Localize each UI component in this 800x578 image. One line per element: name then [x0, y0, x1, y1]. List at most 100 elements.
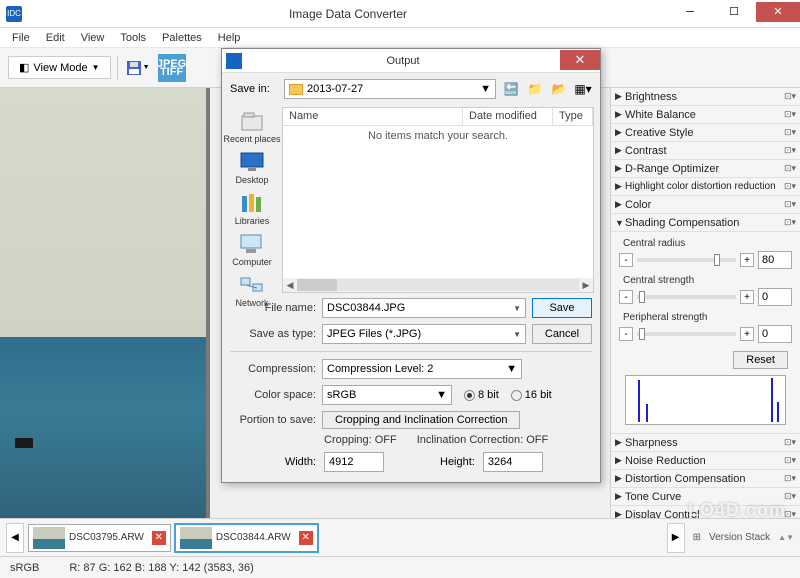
- central-radius-plus[interactable]: +: [740, 253, 754, 267]
- col-type[interactable]: Type: [553, 108, 593, 125]
- panel-distortion[interactable]: ▶Distortion Compensation⊡▾: [611, 470, 800, 488]
- output-dialog: Output ✕ Save in: 2013-07-27 ▼ 🔙 📁 📂 ▦▾ …: [221, 48, 601, 483]
- save-button[interactable]: Save: [532, 298, 592, 318]
- colorspace-label: Color space:: [230, 389, 316, 401]
- panel-white-balance[interactable]: ▶White Balance⊡▾: [611, 106, 800, 124]
- panel-creative-style[interactable]: ▶Creative Style⊡▾: [611, 124, 800, 142]
- view-mode-button[interactable]: ◧ View Mode ▼: [8, 56, 111, 79]
- dialog-titlebar: Output ✕: [222, 49, 600, 73]
- dialog-title: Output: [246, 55, 560, 67]
- network-icon: [238, 273, 266, 297]
- back-icon[interactable]: 🔙: [502, 80, 520, 98]
- panel-display-control[interactable]: ▶Display Control⊡▾: [611, 506, 800, 518]
- menu-edit[interactable]: Edit: [38, 30, 73, 46]
- file-list-scrollbar[interactable]: ◀ ▶: [283, 278, 593, 292]
- thumbnail-2[interactable]: DSC03844.ARW ✕: [175, 524, 318, 552]
- libraries-icon: [238, 191, 266, 215]
- reset-button[interactable]: Reset: [733, 351, 788, 369]
- recent-icon: [238, 109, 266, 133]
- central-strength-slider[interactable]: [637, 295, 736, 299]
- crop-correction-button[interactable]: Cropping and Inclination Correction: [322, 411, 520, 429]
- jpeg-tiff-button[interactable]: JPEGTIFF: [158, 54, 186, 82]
- radio-16bit[interactable]: 16 bit: [511, 389, 552, 401]
- peripheral-strength-plus[interactable]: +: [740, 327, 754, 341]
- thumb-prev-button[interactable]: ◀: [6, 523, 24, 553]
- central-radius-minus[interactable]: -: [619, 253, 633, 267]
- cancel-button[interactable]: Cancel: [532, 324, 592, 344]
- width-input[interactable]: 4912: [324, 452, 384, 472]
- view-mode-icon: ◧: [19, 61, 29, 74]
- place-computer[interactable]: Computer: [232, 232, 272, 267]
- colorspace-combo[interactable]: sRGB▼: [322, 385, 452, 405]
- central-strength-label: Central strength: [623, 275, 792, 286]
- filename-input[interactable]: DSC03844.JPG▼: [322, 298, 526, 318]
- peripheral-strength-minus[interactable]: -: [619, 327, 633, 341]
- central-radius-slider[interactable]: [637, 258, 736, 262]
- place-desktop[interactable]: Desktop: [235, 150, 268, 185]
- file-list[interactable]: Name Date modified Type No items match y…: [282, 107, 594, 293]
- place-recent[interactable]: Recent places: [223, 109, 280, 144]
- menu-palettes[interactable]: Palettes: [154, 30, 210, 46]
- panel-shading[interactable]: ▼Shading Compensation⊡▾: [611, 214, 800, 232]
- save-icon-button[interactable]: ▼: [124, 54, 152, 82]
- folder-icon: [289, 84, 303, 95]
- panel-brightness[interactable]: ▶Brightness⊡▾: [611, 88, 800, 106]
- dialog-close-button[interactable]: ✕: [560, 50, 600, 70]
- compression-label: Compression:: [230, 363, 316, 375]
- col-name[interactable]: Name: [283, 108, 463, 125]
- height-input[interactable]: 3264: [483, 452, 543, 472]
- save-in-combo[interactable]: 2013-07-27 ▼: [284, 79, 496, 99]
- menu-view[interactable]: View: [73, 30, 113, 46]
- chevron-down-icon: ▼: [480, 83, 491, 95]
- place-libraries[interactable]: Libraries: [235, 191, 270, 226]
- central-strength-input[interactable]: [758, 288, 792, 306]
- thumb-close-icon[interactable]: ✕: [152, 531, 166, 545]
- radio-8bit[interactable]: 8 bit: [464, 389, 499, 401]
- floppy-icon: [126, 60, 142, 76]
- thumb-next-button[interactable]: ▶: [667, 523, 685, 553]
- thumb-image: [33, 527, 65, 549]
- version-stack-label[interactable]: Version Stack: [709, 532, 770, 543]
- menu-file[interactable]: File: [4, 30, 38, 46]
- up-folder-icon[interactable]: 📁: [526, 80, 544, 98]
- thumb-close-icon[interactable]: ✕: [299, 531, 313, 545]
- shading-controls: Central radius - + Central strength - + …: [611, 232, 800, 434]
- central-strength-minus[interactable]: -: [619, 290, 633, 304]
- panel-noise[interactable]: ▶Noise Reduction⊡▾: [611, 452, 800, 470]
- histogram: [625, 375, 786, 425]
- panel-color[interactable]: ▶Color⊡▾: [611, 196, 800, 214]
- compression-combo[interactable]: Compression Level: 2▼: [322, 359, 522, 379]
- thumb-filename: DSC03795.ARW: [69, 532, 144, 543]
- maximize-button[interactable]: ☐: [712, 2, 756, 22]
- image-preview[interactable]: [0, 88, 210, 518]
- minimize-button[interactable]: ─: [668, 2, 712, 22]
- close-button[interactable]: ✕: [756, 2, 800, 22]
- central-strength-plus[interactable]: +: [740, 290, 754, 304]
- filename-label: File name:: [230, 302, 316, 314]
- menu-tools[interactable]: Tools: [112, 30, 154, 46]
- statusbar: sRGB R: 87 G: 162 B: 188 Y: 142 (3583, 3…: [0, 556, 800, 578]
- empty-message: No items match your search.: [283, 126, 593, 146]
- peripheral-strength-label: Peripheral strength: [623, 312, 792, 323]
- panel-highlight[interactable]: ▶Highlight color distortion reduction⊡▾: [611, 178, 800, 196]
- saveas-combo[interactable]: JPEG Files (*.JPG)▼: [322, 324, 526, 344]
- central-radius-label: Central radius: [623, 238, 792, 249]
- window-titlebar: IDC Image Data Converter ─ ☐ ✕: [0, 0, 800, 28]
- peripheral-strength-input[interactable]: [758, 325, 792, 343]
- cropping-status: Cropping: OFF: [324, 434, 397, 446]
- portion-label: Portion to save:: [230, 414, 316, 426]
- central-radius-input[interactable]: [758, 251, 792, 269]
- panel-tone-curve[interactable]: ▶Tone Curve⊡▾: [611, 488, 800, 506]
- view-menu-icon[interactable]: ▦▾: [574, 80, 592, 98]
- menu-help[interactable]: Help: [210, 30, 249, 46]
- col-date[interactable]: Date modified: [463, 108, 553, 125]
- thumb-image: [180, 527, 212, 549]
- panel-contrast[interactable]: ▶Contrast⊡▾: [611, 142, 800, 160]
- panel-drange[interactable]: ▶D-Range Optimizer⊡▾: [611, 160, 800, 178]
- peripheral-strength-slider[interactable]: [637, 332, 736, 336]
- desktop-icon: [238, 150, 266, 174]
- panel-sharpness[interactable]: ▶Sharpness⊡▾: [611, 434, 800, 452]
- app-icon: IDC: [6, 6, 22, 22]
- thumbnail-1[interactable]: DSC03795.ARW ✕: [28, 524, 171, 552]
- new-folder-icon[interactable]: 📂: [550, 80, 568, 98]
